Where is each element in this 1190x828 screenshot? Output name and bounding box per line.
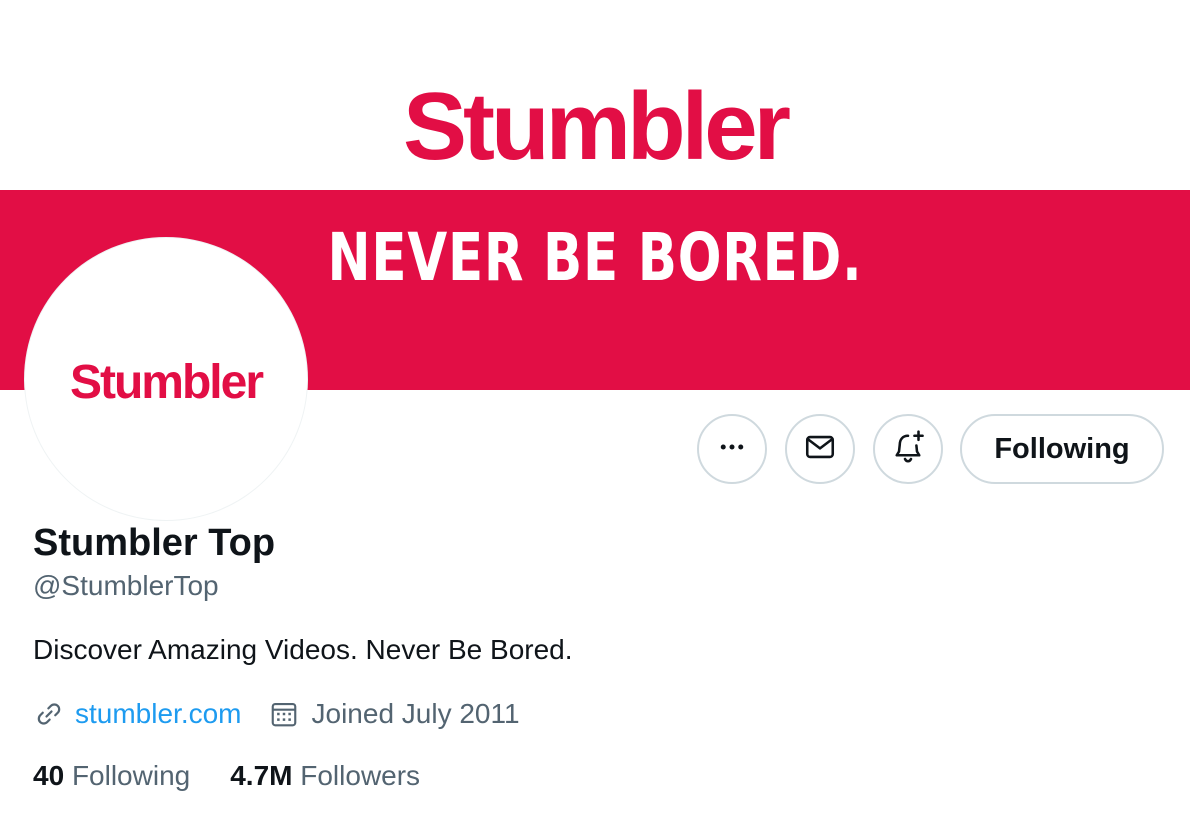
followers-label: Followers — [300, 760, 421, 791]
avatar-logo-text: Stumbler — [69, 356, 264, 409]
followers-count: 4.7M — [230, 760, 293, 791]
mail-icon — [803, 430, 837, 469]
notifications-button[interactable] — [873, 414, 943, 484]
bell-plus-icon — [890, 429, 926, 470]
more-button[interactable] — [697, 414, 767, 484]
profile-bio: Discover Amazing Videos. Never Be Bored. — [33, 634, 573, 665]
message-button[interactable] — [785, 414, 855, 484]
profile-handle: @StumblerTop — [33, 570, 219, 601]
profile-stats: 40 Following 4.7M Followers — [33, 758, 460, 794]
avatar[interactable]: Stumbler — [25, 238, 307, 520]
more-horizontal-icon — [717, 432, 747, 467]
followers-stat[interactable]: 4.7M Followers — [230, 758, 420, 794]
following-button[interactable]: Following — [960, 414, 1164, 484]
profile-meta: stumbler.com Joined July 2011 — [33, 696, 520, 732]
following-stat[interactable]: 40 Following — [33, 758, 190, 794]
joined-date: Joined July 2011 — [311, 698, 520, 729]
website-link[interactable]: stumbler.com — [75, 698, 242, 730]
following-label: Following — [71, 760, 191, 791]
profile-name: Stumbler Top — [33, 522, 276, 564]
calendar-icon — [268, 698, 300, 730]
following-count: 40 — [33, 760, 65, 791]
banner-logo-text: Stumbler — [402, 73, 791, 180]
link-icon — [33, 698, 65, 730]
